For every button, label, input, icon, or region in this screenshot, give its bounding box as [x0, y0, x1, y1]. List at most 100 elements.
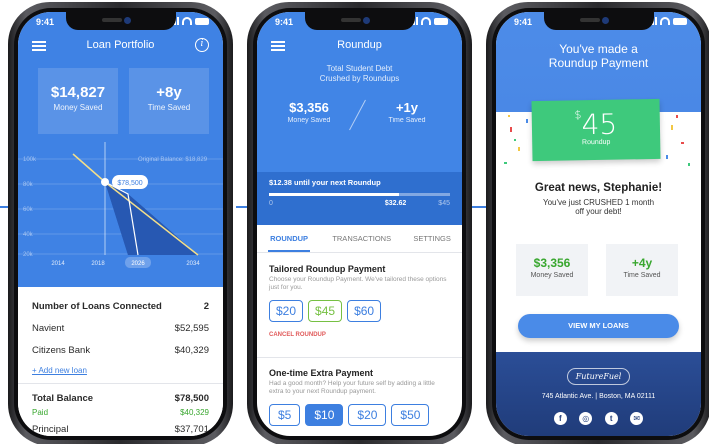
phone-loan-portfolio: 9:41 Loan Portfolio i $14,827 Money Save…: [8, 2, 233, 444]
tab-roundup[interactable]: ROUNDUP: [268, 226, 311, 252]
option-button[interactable]: $20: [269, 300, 304, 322]
progress-min: 0: [269, 200, 273, 207]
balance-chart-svg: 100k 80k 60k 40k 20k Original Balance: $…: [18, 142, 223, 268]
address: 745 Atlantic Ave. | Boston, MA 02111: [541, 393, 656, 400]
twitter-icon[interactable]: t: [604, 412, 618, 425]
onetime-section: One-time Extra Payment Had a good month?…: [269, 368, 450, 426]
progress-max: $45: [438, 200, 450, 207]
tailored-desc: Choose your Roundup Payment. We've tailo…: [269, 276, 447, 291]
principal-label: Principal: [32, 423, 69, 435]
tab-transactions[interactable]: TRANSACTIONS: [332, 234, 391, 243]
roundup-tabs: ROUNDUP TRANSACTIONS SETTINGS: [257, 225, 462, 253]
money-saved-card: $3,356 Money Saved: [516, 244, 588, 296]
headline-line: Roundup Payment: [548, 56, 649, 70]
wifi-icon: [182, 17, 192, 25]
progress-track: [269, 193, 450, 196]
loan-amount: $52,595: [174, 322, 209, 334]
x-tick: 2014: [51, 261, 65, 267]
original-balance-label: Original Balance: $18,829: [138, 157, 208, 163]
message-line: off your debt!: [575, 207, 622, 216]
cancel-roundup-link[interactable]: CANCEL ROUNDUP: [269, 332, 450, 338]
app-showcase: 9:41 Loan Portfolio i $14,827 Money Save…: [0, 0, 709, 444]
roundup-subtitle: Total Student Debt Crushed by Roundups: [257, 64, 462, 84]
x-tick: 2034: [186, 261, 200, 267]
time-saved-label: Time Saved: [147, 103, 191, 112]
message-line: You've just CRUSHED 1 month: [542, 198, 655, 207]
loan-row[interactable]: Citizens Bank $40,329: [32, 339, 209, 361]
roundup-progress: $12.38 until your next Roundup 0 $32.62 …: [257, 172, 462, 225]
time-saved-stat: +1y Time Saved: [367, 100, 447, 124]
option-button[interactable]: $50: [391, 404, 430, 426]
time-saved-card: +4y Time Saved: [606, 244, 678, 296]
loan-list: Number of Loans Connected 2 Navient $52,…: [18, 289, 223, 436]
paid-value: $40,329: [180, 407, 209, 417]
amount-value: 45: [581, 107, 618, 142]
principal-row: Principal $37,701: [32, 418, 209, 436]
time-saved-label: Time Saved: [388, 117, 426, 124]
tab-settings[interactable]: SETTINGS: [413, 234, 451, 243]
loan-row[interactable]: Navient $52,595: [32, 317, 209, 339]
paid-row: Paid $40,329: [32, 406, 209, 418]
progress-current: $32.62: [384, 200, 407, 207]
onetime-desc: Had a good month? Help your future self …: [269, 380, 435, 395]
facebook-icon[interactable]: f: [553, 412, 567, 425]
battery-icon: [195, 17, 209, 25]
battery-icon: [434, 17, 448, 25]
instagram-icon[interactable]: ◎: [579, 412, 593, 425]
divider: [18, 383, 223, 384]
option-button[interactable]: $5: [269, 404, 301, 426]
current-point[interactable]: [101, 178, 109, 186]
money-saved-value: $3,356: [289, 100, 329, 115]
money-saved-label: Money Saved: [53, 103, 103, 112]
money-saved-value: $3,356: [533, 256, 571, 270]
option-button-selected[interactable]: $45: [308, 300, 343, 322]
money-saved-stat: $3,356 Money Saved: [269, 100, 349, 124]
option-button-selected[interactable]: $10: [305, 404, 344, 426]
money-saved-label: Money Saved: [530, 272, 574, 279]
brand-logo: FutureFuel: [566, 368, 631, 385]
amount-label: Roundup: [581, 138, 611, 147]
total-balance-label: Total Balance: [32, 392, 94, 404]
tailored-title: Tailored Roundup Payment: [269, 264, 386, 274]
money-saved-card: $14,827 Money Saved: [38, 68, 118, 134]
progress-fill: [269, 193, 400, 196]
divider: [257, 357, 462, 358]
congrats-title: Great news, Stephanie!: [534, 182, 663, 194]
view-my-loans-button[interactable]: VIEW MY LOANS: [518, 314, 679, 338]
page-title: Loan Portfolio: [86, 39, 155, 51]
x-tick: 2026: [131, 261, 145, 267]
loans-count-value: 2: [203, 300, 209, 312]
subtitle-line: Total Student Debt: [326, 64, 393, 73]
y-tick: 40k: [23, 232, 34, 238]
time-saved-card: +8y Time Saved: [129, 68, 209, 134]
money-saved-value: $14,827: [50, 84, 106, 101]
loan-name: Navient: [32, 322, 65, 334]
confirmation-headline: You've made a Roundup Payment: [496, 42, 701, 70]
loan-amount: $40,329: [174, 344, 209, 356]
y-tick: 100k: [23, 157, 37, 163]
tailored-section: Tailored Roundup Payment Choose your Rou…: [269, 264, 450, 338]
info-icon[interactable]: i: [195, 38, 209, 52]
progress-label: $12.38 until your next Roundup: [269, 178, 381, 187]
status-time: 9:41: [36, 17, 55, 27]
x-tick: 2018: [91, 261, 105, 267]
page-title: Roundup: [337, 39, 382, 51]
loan-name: Citizens Bank: [32, 344, 91, 356]
social-links: f ◎ t ✉: [496, 408, 701, 426]
y-tick: 60k: [23, 207, 34, 213]
status-time: 9:41: [514, 17, 533, 27]
time-saved-value: +8y: [156, 84, 182, 101]
congrats-block: Great news, Stephanie! You've just CRUSH…: [496, 182, 701, 216]
email-icon[interactable]: ✉: [630, 412, 644, 425]
option-button[interactable]: $60: [347, 300, 382, 322]
loans-count-row: Number of Loans Connected 2: [32, 295, 209, 317]
status-time: 9:41: [275, 17, 294, 27]
time-saved-value: +4y: [631, 256, 653, 270]
wifi-icon: [660, 17, 670, 25]
loans-count-label: Number of Loans Connected: [32, 300, 162, 312]
add-loan-link[interactable]: + Add new loan: [32, 361, 209, 379]
option-button[interactable]: $20: [348, 404, 387, 426]
total-balance-row: Total Balance $78,500: [32, 390, 209, 406]
phone-roundup: 9:41 Roundup Total Student Debt Crushed …: [247, 2, 472, 444]
headline-line: You've made a: [559, 42, 638, 56]
